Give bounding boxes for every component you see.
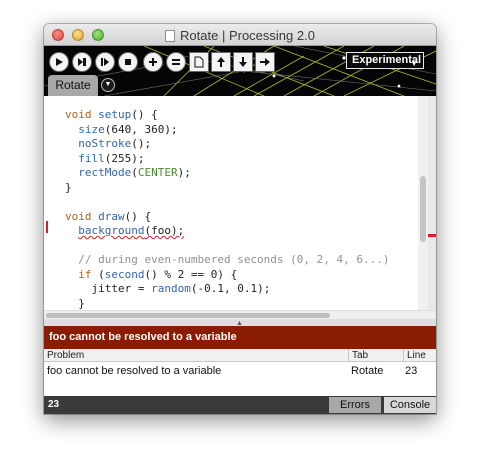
code-line: } [65,180,72,194]
present-icon [78,58,86,66]
add-icon [149,58,157,66]
code-line-error: background(foo); [78,224,185,237]
code-line: noStroke(); [78,137,152,150]
tab-rotate[interactable]: Rotate [48,75,98,96]
code-line: void draw() { [65,209,152,223]
tab-console[interactable]: Console [384,397,436,413]
error-status-bar: foo cannot be resolved to a variable [44,326,436,349]
code-line: size(640, 360); [78,122,178,136]
code-editor[interactable]: void setup() { size(640, 360); noStroke(… [44,96,436,310]
code-text[interactable]: void setup() { size(640, 360); noStroke(… [65,108,390,311]
code-line: rectMode(CENTER); [78,166,191,179]
save-icon [239,57,247,67]
column-header-line[interactable]: Line [404,349,436,362]
code-line: // during even-numbered seconds (0, 2, 4… [78,253,390,266]
chevron-down-icon: ▼ [104,81,112,88]
code-line: if (second() % 2 == 0) { [78,267,238,281]
document-icon [165,30,176,42]
run-button[interactable] [49,52,69,72]
code-line: } [65,296,85,310]
new-sketch-button[interactable] [189,52,209,72]
problems-table: Problem Tab Line foo cannot be resolved … [44,349,436,396]
equals-icon [172,59,180,65]
editor-horizontal-scrollbar[interactable] [44,310,436,319]
open-icon [217,57,225,67]
column-header-tab[interactable]: Tab [349,349,404,362]
step-button[interactable] [95,52,115,72]
footer-bar: 23 Errors Console [44,396,436,414]
window-title: Rotate | Processing 2.0 [180,28,315,43]
code-line: jitter = random(-0.1, 0.1); [65,282,271,295]
split-pane-divider[interactable]: ▲ [44,319,436,327]
window-title-group: Rotate | Processing 2.0 [44,28,436,43]
stop-icon [125,59,131,65]
run-icon [56,58,63,66]
tab-errors[interactable]: Errors [329,397,381,413]
current-line-number: 23 [48,399,60,410]
column-header-problem[interactable]: Problem [44,349,349,362]
tab-cell: Rotate [351,365,384,377]
save-sketch-button[interactable] [233,52,253,72]
step-icon [101,58,109,66]
export-sketch-button[interactable] [255,52,275,72]
error-gutter-marker [46,221,48,233]
export-icon [260,58,270,66]
problem-cell: foo cannot be resolved to a variable [47,365,222,377]
line-cell: 23 [405,365,418,377]
editor-vertical-scrollbar[interactable] [418,96,428,310]
add-watch-button[interactable] [143,52,163,72]
horizontal-scroll-thumb[interactable] [46,313,330,318]
tab-menu-button[interactable]: ▼ [101,78,115,92]
stop-button[interactable] [118,52,138,72]
processing-window: Rotate | Processing 2.0 Experimental ▼ R… [44,24,436,414]
error-position-marker[interactable] [428,234,436,237]
open-sketch-button[interactable] [211,52,231,72]
code-line: void setup() { [65,108,158,121]
code-line: fill(255); [78,151,145,165]
chevron-down-icon: ▼ [410,59,418,68]
mode-selector[interactable]: Experimental ▼ [346,52,424,69]
new-icon [194,56,204,68]
variable-inspector-button[interactable] [166,52,186,72]
present-button[interactable] [72,52,92,72]
error-marker-column [428,96,436,310]
vertical-scroll-thumb[interactable] [420,176,426,242]
title-bar[interactable]: Rotate | Processing 2.0 [44,24,436,46]
